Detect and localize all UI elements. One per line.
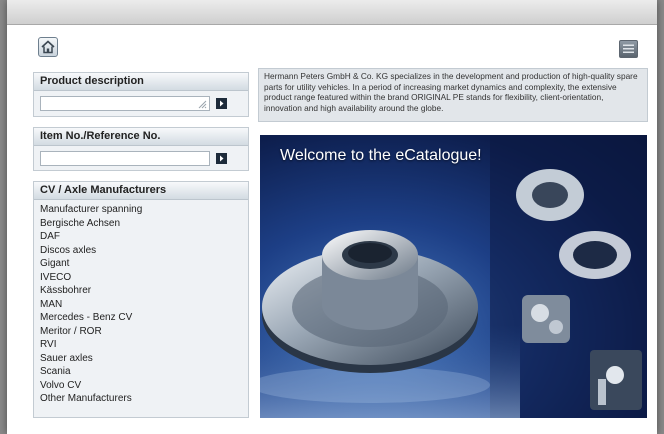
product-description-panel: Product description [33, 72, 249, 117]
manufacturer-link[interactable]: Kässbohrer [40, 284, 248, 298]
manufacturer-link[interactable]: Scania [40, 365, 248, 379]
manufacturer-link[interactable]: Bergische Achsen [40, 217, 248, 231]
menu-button[interactable] [619, 40, 638, 58]
manufacturer-link[interactable]: Manufacturer spanning [40, 203, 248, 217]
arrow-right-icon [220, 155, 224, 162]
manufacturer-link[interactable]: Meritor / ROR [40, 325, 248, 339]
item-number-panel: Item No./Reference No. [33, 127, 249, 171]
product-description-input[interactable] [40, 96, 210, 111]
brake-disc-illustration [260, 135, 647, 418]
welcome-banner: Welcome to the eCatalogue! [260, 135, 647, 418]
manufacturers-title: CV / Axle Manufacturers [34, 182, 248, 200]
item-number-value [41, 157, 44, 167]
manufacturer-link[interactable]: Gigant [40, 257, 248, 271]
company-intro-text: Hermann Peters GmbH & Co. KG specializes… [258, 68, 648, 122]
resize-grip-icon[interactable] [198, 100, 207, 109]
window-titlebar [7, 0, 657, 25]
arrow-right-icon [220, 100, 224, 107]
product-description-title: Product description [34, 73, 248, 91]
manufacturer-link[interactable]: MAN [40, 298, 248, 312]
manufacturer-link[interactable]: Mercedes - Benz CV [40, 311, 248, 325]
manufacturer-link[interactable]: IVECO [40, 271, 248, 285]
manufacturer-link[interactable]: Discos axles [40, 244, 248, 258]
manufacturer-link[interactable]: RVI [40, 338, 248, 352]
menu-icon [623, 44, 634, 53]
home-icon [41, 40, 55, 54]
product-description-search-button[interactable] [216, 98, 227, 109]
item-number-search-button[interactable] [216, 153, 227, 164]
manufacturer-list: Manufacturer spanning Bergische Achsen D… [34, 200, 248, 406]
manufacturer-link[interactable]: Other Manufacturers [40, 392, 248, 406]
home-button[interactable] [38, 37, 58, 57]
item-number-title: Item No./Reference No. [34, 128, 248, 146]
manufacturers-panel: CV / Axle Manufacturers Manufacturer spa… [33, 181, 249, 418]
manufacturer-link[interactable]: Sauer axles [40, 352, 248, 366]
item-number-input[interactable] [40, 151, 210, 166]
browser-window: Product description Item No./Reference N… [7, 0, 657, 434]
manufacturer-link[interactable]: DAF [40, 230, 248, 244]
manufacturer-link[interactable]: Volvo CV [40, 379, 248, 393]
product-description-value [41, 102, 44, 112]
banner-title: Welcome to the eCatalogue! [280, 147, 482, 164]
